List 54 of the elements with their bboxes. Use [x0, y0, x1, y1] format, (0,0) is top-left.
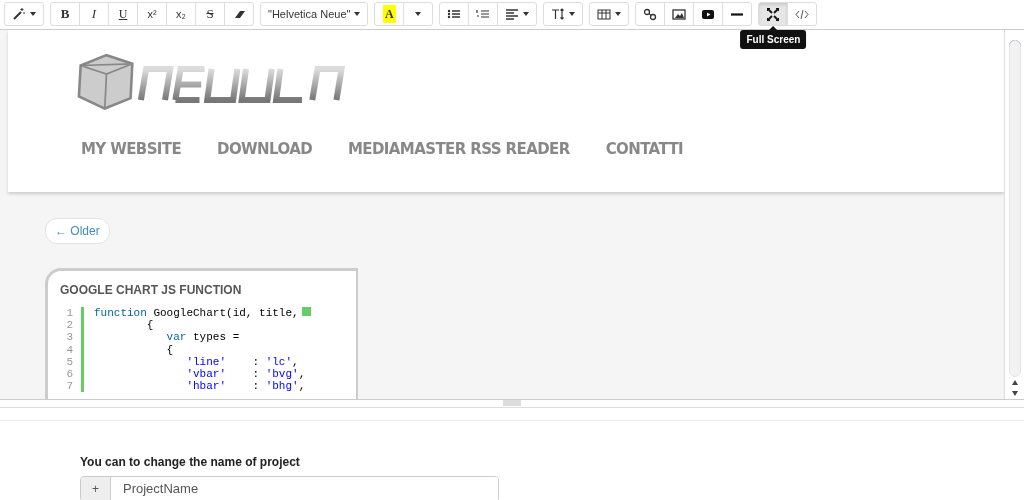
subscript-button[interactable]: x₂: [166, 2, 196, 26]
superscript-button[interactable]: x²: [137, 2, 167, 26]
older-link[interactable]: ← Older: [45, 218, 110, 244]
strikethrough-button[interactable]: S: [195, 2, 225, 26]
code-line: 'line' : 'lc',: [185, 355, 299, 368]
link-button[interactable]: [635, 2, 666, 26]
align-dropdown[interactable]: [497, 2, 538, 26]
table-dropdown[interactable]: [589, 2, 630, 26]
numbered-list-button[interactable]: [468, 2, 499, 26]
nav-link[interactable]: CONTATTI: [605, 138, 684, 161]
underline-button[interactable]: U: [108, 2, 138, 26]
field-label: You can to change the name of project: [80, 454, 301, 471]
wand-icon: [12, 6, 26, 22]
project-name-field[interactable]: + ProjectName: [80, 476, 499, 500]
line-number: 4: [60, 343, 84, 356]
line-number: 2: [60, 319, 84, 332]
line-number: 5: [60, 355, 84, 368]
line-height-dropdown[interactable]: [543, 2, 584, 26]
table-icon: [597, 6, 612, 22]
code-line: {: [165, 343, 174, 356]
nav-link[interactable]: DOWNLOAD: [217, 138, 313, 161]
horizontal-rule-button[interactable]: [722, 2, 753, 26]
fullscreen-icon: [766, 6, 781, 22]
code-line: 'hbar' : 'bhg',: [185, 380, 306, 393]
clear-format-button[interactable]: [224, 2, 254, 26]
rule-icon: [730, 12, 745, 16]
style-button[interactable]: [4, 2, 44, 26]
code-line: 'vbar' : 'bvg',: [185, 368, 306, 381]
italic-button[interactable]: I: [79, 2, 109, 26]
resize-handle[interactable]: [0, 400, 1024, 408]
code-line: var types =: [165, 331, 240, 344]
picture-button[interactable]: [664, 2, 695, 26]
bulleted-list-button[interactable]: [439, 2, 470, 26]
card-title: GOOGLE CHART JS FUNCTION: [60, 282, 243, 299]
fullscreen-button[interactable]: [758, 2, 789, 26]
bold-button[interactable]: B: [50, 2, 80, 26]
code-line: function GoogleChart(id, title,: [94, 307, 299, 320]
add-addon[interactable]: +: [81, 477, 111, 500]
align-icon: [505, 6, 520, 22]
nav-link[interactable]: MEDIAMASTER RSS READER: [348, 138, 570, 161]
line-number: 7: [60, 380, 84, 393]
height-icon: [551, 6, 566, 22]
line-number: 6: [60, 368, 84, 381]
scrollbar[interactable]: [1004, 30, 1024, 399]
video-button[interactable]: [693, 2, 724, 26]
picture-icon: [672, 6, 687, 22]
font-family-dropdown[interactable]: "Helvetica Neue": [260, 2, 369, 26]
code-line: {: [145, 319, 154, 332]
color-dropdown-button[interactable]: [403, 2, 434, 26]
link-icon: [643, 6, 658, 22]
text-color-button[interactable]: A: [374, 2, 405, 26]
nav-link[interactable]: MY WEBSITE: [81, 138, 182, 161]
line-number: 3: [60, 331, 84, 344]
line-number: 1: [60, 307, 84, 320]
